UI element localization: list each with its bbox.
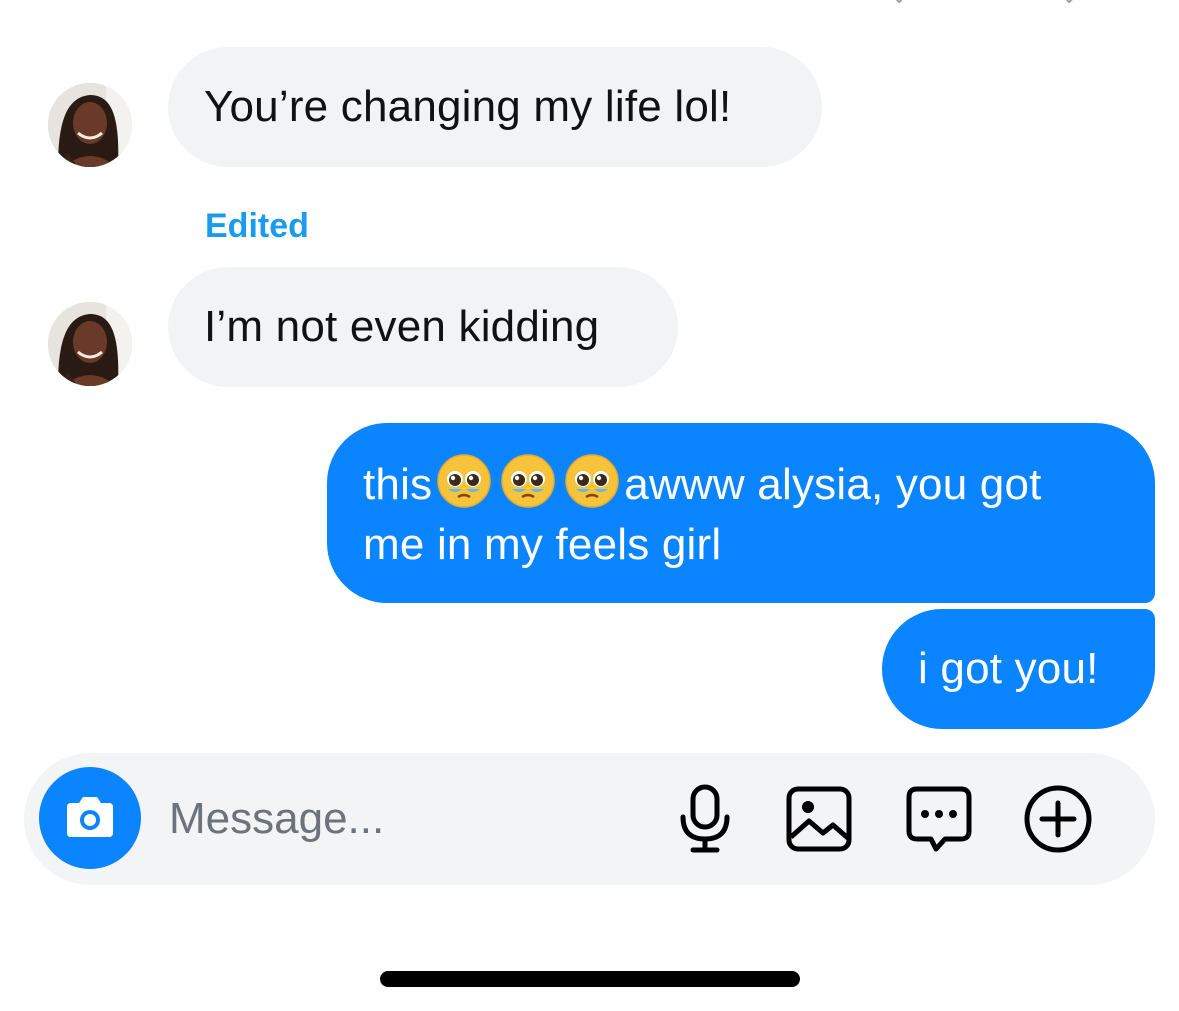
previous-message-edge: ⌄ ⌄ bbox=[890, 0, 1090, 7]
avatar[interactable] bbox=[48, 83, 132, 167]
message-line: this awww alysia, you got bbox=[363, 453, 1119, 515]
message-text: me in my feels girl bbox=[363, 520, 722, 569]
message-text: i got you! bbox=[918, 644, 1099, 693]
pleading-face-icon bbox=[501, 454, 556, 508]
plus-circle-icon[interactable] bbox=[1022, 783, 1094, 855]
message-text: You’re changing my life lol! bbox=[204, 82, 732, 131]
edited-label: Edited bbox=[205, 207, 309, 245]
pleading-face-icon bbox=[565, 454, 620, 508]
message-text: this bbox=[363, 460, 433, 509]
chevron-down-icon: ⌄ bbox=[1060, 0, 1078, 7]
outgoing-message-bubble[interactable]: this awww alysia, you got me in my feels … bbox=[327, 423, 1155, 603]
outgoing-message-bubble[interactable]: i got you! bbox=[882, 609, 1155, 729]
pleading-face-icon bbox=[437, 454, 492, 508]
incoming-message-bubble[interactable]: I’m not even kidding bbox=[168, 267, 678, 387]
chat-screen: ⌄ ⌄ You’re changing my life lol! Edited bbox=[0, 0, 1179, 1011]
camera-button[interactable] bbox=[39, 767, 141, 869]
camera-icon bbox=[67, 797, 113, 837]
message-line: me in my feels girl bbox=[363, 515, 1119, 575]
chat-bubble-icon[interactable] bbox=[903, 783, 975, 855]
avatar[interactable] bbox=[48, 302, 132, 386]
message-input[interactable] bbox=[169, 783, 649, 855]
home-indicator[interactable] bbox=[380, 971, 800, 987]
message-composer bbox=[24, 753, 1155, 885]
message-text: I’m not even kidding bbox=[204, 302, 600, 351]
message-text: awww alysia, you got bbox=[624, 460, 1042, 509]
microphone-icon[interactable] bbox=[669, 783, 741, 855]
image-icon[interactable] bbox=[783, 783, 855, 855]
chevron-down-icon: ⌄ bbox=[890, 0, 908, 7]
incoming-message-bubble[interactable]: You’re changing my life lol! bbox=[168, 47, 822, 167]
